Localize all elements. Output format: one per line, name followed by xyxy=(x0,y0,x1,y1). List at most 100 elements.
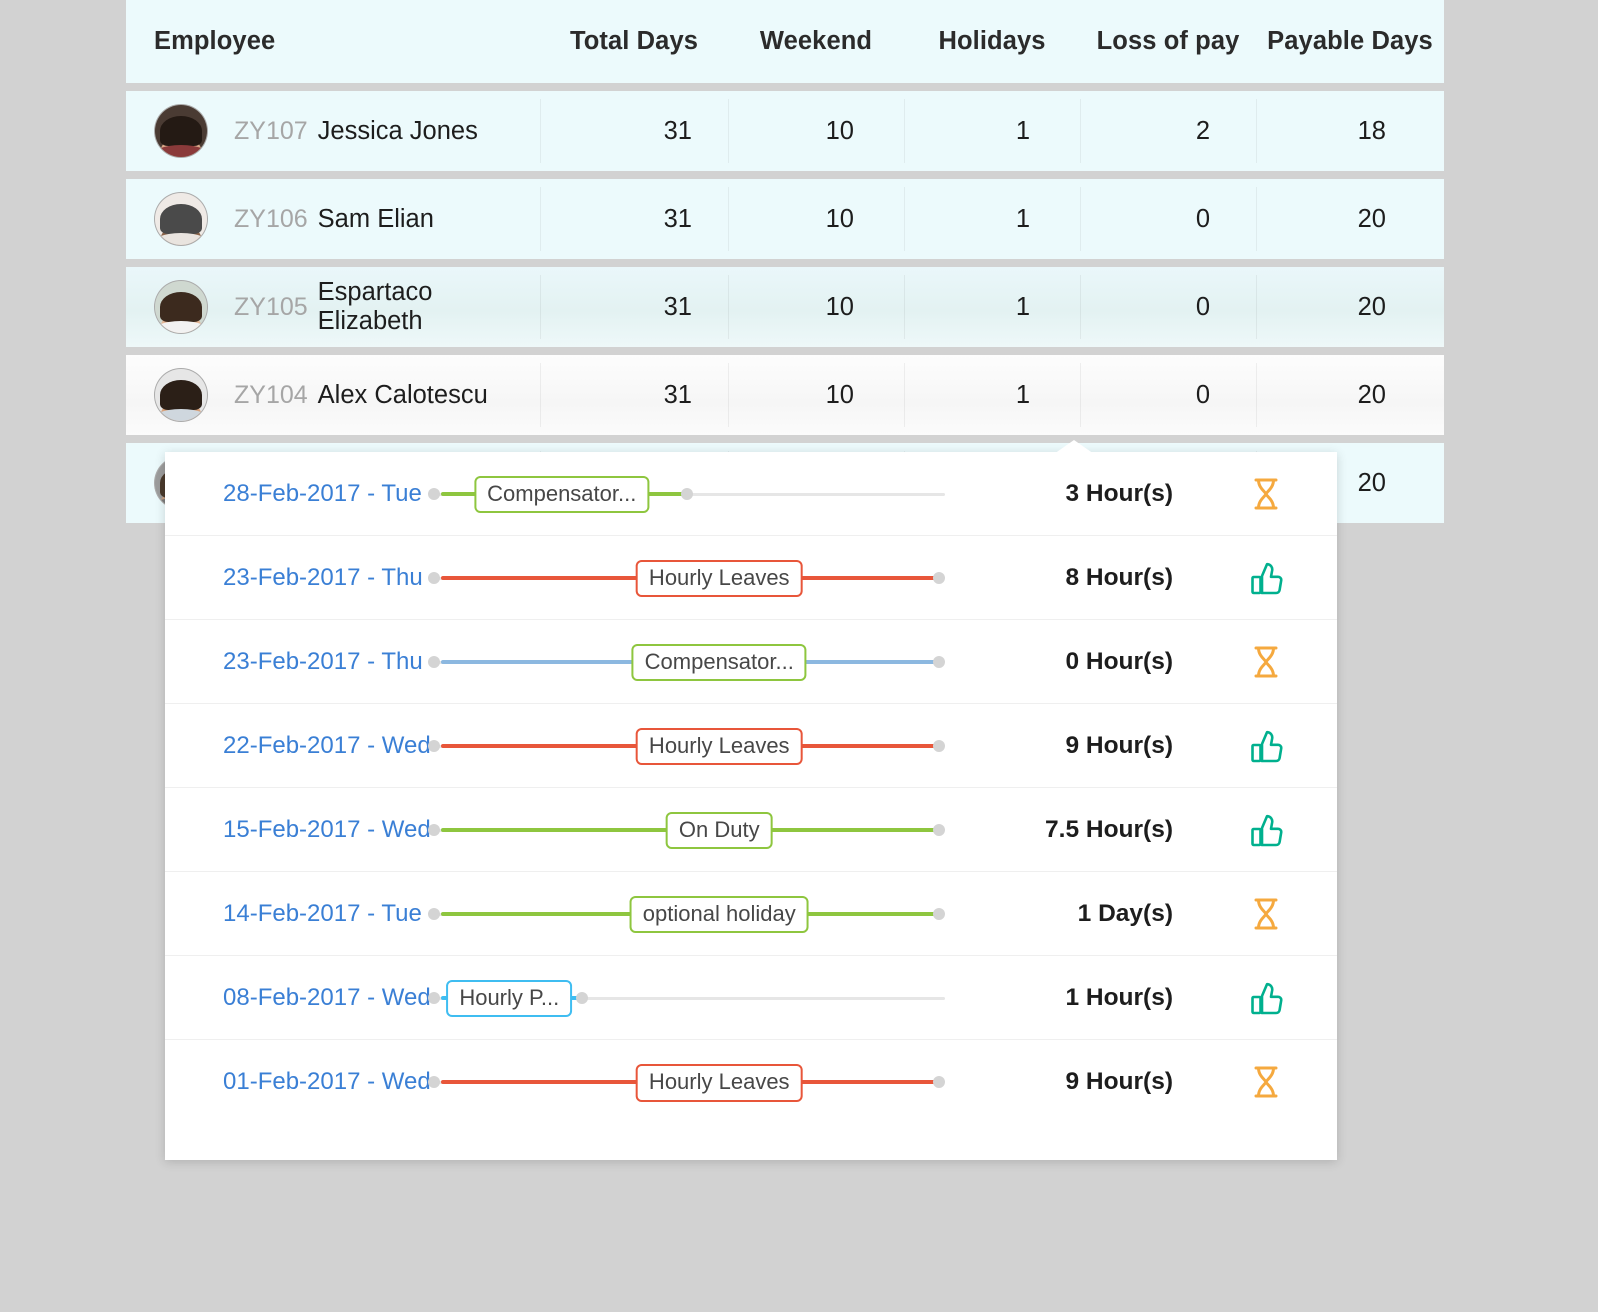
column-divider xyxy=(1256,187,1257,251)
cell-payable-days: 20 xyxy=(1256,293,1444,322)
leave-date-link[interactable]: 14-Feb-2017 - Tue xyxy=(165,900,420,928)
leave-duration: 1 Day(s) xyxy=(945,900,1195,928)
employee-cell[interactable]: ZY106Sam Elian xyxy=(126,192,540,246)
cell-total-days: 31 xyxy=(540,205,728,234)
column-divider xyxy=(540,275,541,339)
leave-type-label[interactable]: Compensator... xyxy=(632,644,807,682)
avatar xyxy=(154,368,208,422)
leave-timeline: Compensator... xyxy=(420,452,945,536)
table-row[interactable]: ZY106Sam Elian31101020 xyxy=(126,179,1444,259)
timeline-end-dot xyxy=(933,656,945,668)
timeline-end-dot xyxy=(933,824,945,836)
thumbs-up-icon xyxy=(1246,978,1286,1018)
employee-name: Espartaco Elizabeth xyxy=(318,278,540,336)
leave-type-label[interactable]: Hourly Leaves xyxy=(636,1064,803,1102)
leave-date-link[interactable]: 01-Feb-2017 - Wed xyxy=(165,1068,420,1096)
timeline-start-dot xyxy=(428,824,440,836)
leave-status-icon[interactable] xyxy=(1195,894,1337,934)
timeline-start-dot xyxy=(428,992,440,1004)
avatar-jessica-jones xyxy=(155,105,207,157)
column-divider xyxy=(904,363,905,427)
leave-date-link[interactable]: 08-Feb-2017 - Wed xyxy=(165,984,420,1012)
cell-weekend: 10 xyxy=(728,293,904,322)
leave-timeline: Hourly Leaves xyxy=(420,704,945,788)
column-divider xyxy=(1080,275,1081,339)
column-divider xyxy=(728,99,729,163)
table-row[interactable]: ZY107Jessica Jones31101218 xyxy=(126,91,1444,171)
table-row[interactable]: ZY105Espartaco Elizabeth31101020 xyxy=(126,267,1444,347)
leave-timeline: On Duty xyxy=(420,788,945,872)
leave-row[interactable]: 15-Feb-2017 - Wed On Duty 7.5 Hour(s) xyxy=(165,788,1337,872)
leave-status-icon[interactable] xyxy=(1195,474,1337,514)
thumbs-up-icon xyxy=(1246,726,1286,766)
cell-total-days: 31 xyxy=(540,117,728,146)
column-divider xyxy=(1080,187,1081,251)
popup-pointer-arrow xyxy=(1041,440,1107,463)
leave-status-icon[interactable] xyxy=(1195,978,1337,1018)
leave-row[interactable]: 28-Feb-2017 - Tue Compensator... 3 Hour(s) xyxy=(165,452,1337,536)
leave-timeline: Compensator... xyxy=(420,620,945,704)
cell-weekend: 10 xyxy=(728,205,904,234)
leave-date-link[interactable]: 23-Feb-2017 - Thu xyxy=(165,648,420,676)
cell-holidays: 1 xyxy=(904,117,1080,146)
leave-status-icon[interactable] xyxy=(1195,810,1337,850)
employee-id: ZY104 xyxy=(234,381,308,410)
leave-duration: 3 Hour(s) xyxy=(945,480,1195,508)
leave-duration: 7.5 Hour(s) xyxy=(945,816,1195,844)
leave-row[interactable]: 23-Feb-2017 - Thu Compensator... 0 Hour(s) xyxy=(165,620,1337,704)
leave-date-link[interactable]: 28-Feb-2017 - Tue xyxy=(165,480,420,508)
leave-duration: 8 Hour(s) xyxy=(945,564,1195,592)
employee-cell[interactable]: ZY104 Alex Calotescu xyxy=(126,368,540,422)
leave-type-label[interactable]: Compensator... xyxy=(474,476,649,514)
leave-row[interactable]: 23-Feb-2017 - Thu Hourly Leaves 8 Hour(s) xyxy=(165,536,1337,620)
employee-id: ZY106 xyxy=(234,205,308,234)
employee-name: Alex Calotescu xyxy=(318,381,488,410)
employee-cell[interactable]: ZY105Espartaco Elizabeth xyxy=(126,278,540,336)
leave-row[interactable]: 08-Feb-2017 - WedHourly P...1 Hour(s) xyxy=(165,956,1337,1040)
leave-date-link[interactable]: 23-Feb-2017 - Thu xyxy=(165,564,420,592)
column-header-employee[interactable]: Employee xyxy=(126,27,540,56)
cell-payable-days: 18 xyxy=(1256,117,1444,146)
timeline-start-dot xyxy=(428,908,440,920)
hourglass-icon xyxy=(1246,894,1286,934)
timeline-end-dot xyxy=(576,992,588,1004)
employee-cell[interactable]: ZY107Jessica Jones xyxy=(126,104,540,158)
timeline-end-dot xyxy=(681,488,693,500)
leave-status-icon[interactable] xyxy=(1195,1062,1337,1102)
avatar xyxy=(154,192,208,246)
leave-type-label[interactable]: Hourly P... xyxy=(446,980,572,1018)
cell-payable-days: 20 xyxy=(1256,381,1444,410)
leave-status-icon[interactable] xyxy=(1195,642,1337,682)
column-divider xyxy=(904,187,905,251)
leave-type-label[interactable]: Hourly Leaves xyxy=(636,728,803,766)
leave-type-label[interactable]: optional holiday xyxy=(630,896,809,934)
column-header-total-days[interactable]: Total Days xyxy=(540,27,728,56)
column-divider xyxy=(1256,99,1257,163)
column-divider xyxy=(728,363,729,427)
leave-details-popup: 28-Feb-2017 - Tue Compensator... 3 Hour(s)… xyxy=(165,452,1337,1160)
leave-type-label[interactable]: Hourly Leaves xyxy=(636,560,803,598)
hourglass-icon xyxy=(1246,474,1286,514)
leave-date-link[interactable]: 22-Feb-2017 - Wed xyxy=(165,732,420,760)
leave-status-icon[interactable] xyxy=(1195,726,1337,766)
screen-root: Employee Total Days Weekend Holidays Los… xyxy=(0,0,1598,1312)
column-header-holidays[interactable]: Holidays xyxy=(904,27,1080,56)
column-header-weekend[interactable]: Weekend xyxy=(728,27,904,56)
leave-status-icon[interactable] xyxy=(1195,558,1337,598)
leave-duration: 0 Hour(s) xyxy=(945,648,1195,676)
column-header-payable-days[interactable]: Payable Days xyxy=(1256,27,1444,56)
cell-loss-of-pay: 0 xyxy=(1080,293,1256,322)
leave-timeline: Hourly Leaves xyxy=(420,536,945,620)
table-row[interactable]: ZY104Alex Calotescu31101020 xyxy=(126,355,1444,435)
column-divider xyxy=(1256,363,1257,427)
leave-row[interactable]: 22-Feb-2017 - WedHourly Leaves9 Hour(s) xyxy=(165,704,1337,788)
timeline-start-dot xyxy=(428,1076,440,1088)
column-header-loss-of-pay[interactable]: Loss of pay xyxy=(1080,27,1256,56)
leave-date-link[interactable]: 15-Feb-2017 - Wed xyxy=(165,816,420,844)
leave-type-label[interactable]: On Duty xyxy=(666,812,773,850)
leave-row[interactable]: 14-Feb-2017 - Tue optional holiday 1 Day(s… xyxy=(165,872,1337,956)
timeline-end-dot xyxy=(933,572,945,584)
avatar xyxy=(154,280,208,334)
hourglass-icon xyxy=(1246,1062,1286,1102)
leave-row[interactable]: 01-Feb-2017 - WedHourly Leaves9 Hour(s) xyxy=(165,1040,1337,1124)
